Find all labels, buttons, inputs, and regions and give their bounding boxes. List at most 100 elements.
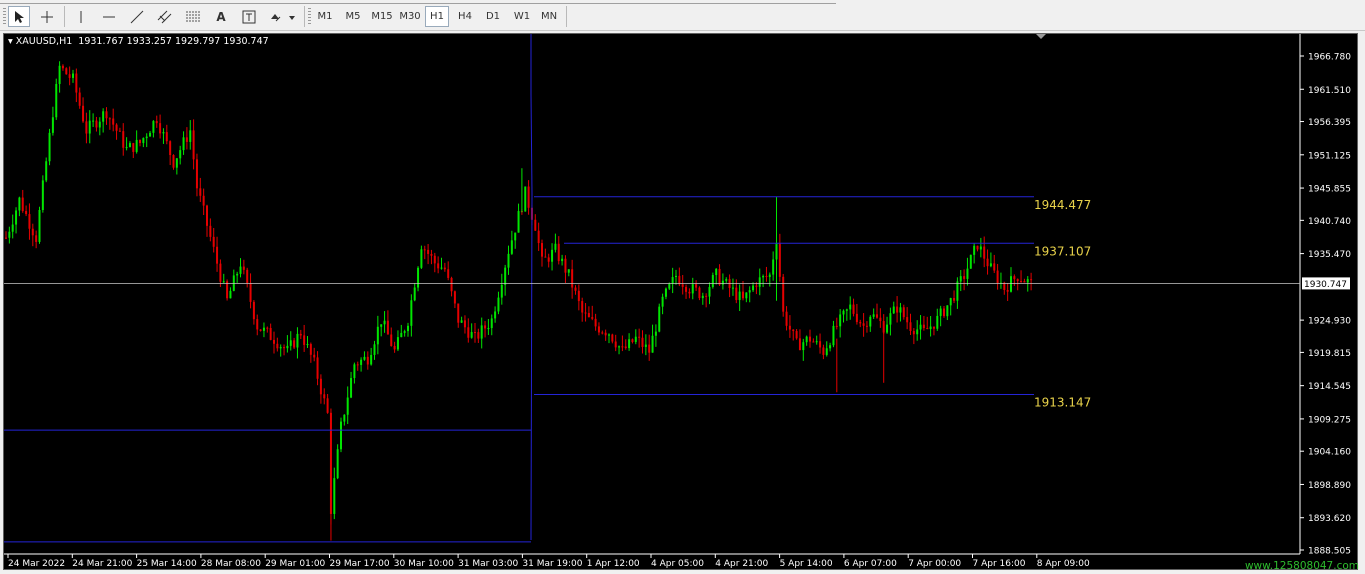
candle-body: [675, 275, 677, 278]
candle-body: [886, 324, 889, 333]
candle-body: [447, 269, 450, 278]
candle-body: [437, 263, 440, 269]
candle-body: [128, 143, 131, 148]
price-chart[interactable]: 1966.780 1961.510 1956.395 1951.125 1945.855…: [4, 34, 1357, 569]
candle-body: [152, 121, 155, 133]
candle-body: [319, 378, 322, 395]
candle-body: [795, 331, 798, 339]
candle-body: [953, 298, 956, 301]
candle-body: [45, 161, 48, 181]
crosshair-icon[interactable]: [36, 6, 58, 27]
candle-body: [591, 317, 594, 319]
timeframe-m5-button[interactable]: M5: [340, 6, 366, 27]
timeframe-m1-button[interactable]: M1: [313, 6, 337, 27]
candle-body: [869, 316, 872, 327]
candle-body: [440, 267, 443, 269]
candle-body: [1023, 281, 1026, 283]
candle-body: [725, 279, 728, 281]
candle-body: [239, 266, 242, 274]
time-axis-label: 4 Apr 21:00: [715, 559, 768, 569]
timeframe-m15-button[interactable]: M15: [368, 6, 396, 27]
time-axis-label: 28 Mar 08:00: [201, 559, 261, 569]
timeframe-h4-button[interactable]: H4: [452, 6, 478, 27]
time-axis-label: 5 Apr 14:00: [780, 559, 833, 569]
timeframe-h1-button[interactable]: H1: [425, 6, 449, 27]
candle-body: [423, 249, 426, 251]
candle-body: [366, 356, 369, 365]
candle-body: [1003, 282, 1006, 291]
timeframe-w1-button[interactable]: W1: [508, 6, 536, 27]
candle-body: [283, 347, 286, 349]
timeframe-d1-button[interactable]: D1: [480, 6, 506, 27]
candle-body: [896, 306, 899, 313]
candle-body: [899, 307, 902, 313]
level-label: 1937.107: [1034, 244, 1091, 258]
price-axis-label: 1924.930: [1308, 317, 1351, 327]
candle-body: [286, 345, 289, 349]
candle-body: [159, 123, 162, 134]
candle-body: [634, 336, 637, 343]
time-axis-label: 30 Mar 10:00: [394, 559, 454, 569]
time-axis-label: 8 Apr 09:00: [1037, 559, 1090, 569]
time-axis-label: 29 Mar 17:00: [330, 559, 390, 569]
arrows-icon[interactable]: [266, 6, 298, 27]
price-axis-label: 1945.855: [1308, 185, 1351, 195]
candle-body: [68, 74, 71, 78]
candle-body: [855, 313, 858, 323]
price-axis-label: 1909.275: [1308, 415, 1351, 425]
level-vertical-connector: [530, 34, 533, 540]
candle-body: [668, 283, 671, 289]
candle-body: [72, 73, 74, 78]
vertical-line-icon[interactable]: [70, 6, 92, 27]
candle-body: [688, 291, 691, 294]
fibonacci-retracement-icon[interactable]: [182, 6, 204, 27]
candle-body: [61, 65, 64, 69]
candle-body: [145, 136, 148, 139]
candle-body: [41, 180, 44, 211]
candle-body: [597, 326, 600, 333]
trendline-icon[interactable]: [126, 6, 148, 27]
candle-body: [916, 329, 919, 335]
candle-body: [132, 143, 135, 152]
candle-body: [524, 186, 527, 212]
time-axis-label: 31 Mar 19:00: [522, 559, 582, 569]
price-axis-label: 1904.160: [1308, 448, 1351, 458]
timeframe-mn-button[interactable]: MN: [536, 6, 562, 27]
horizontal-line-icon[interactable]: [98, 6, 120, 27]
candle-body: [698, 287, 701, 299]
candle-body: [541, 243, 543, 257]
equidistant-channel-icon[interactable]: [154, 6, 176, 27]
timeframe-m30-button[interactable]: M30: [396, 6, 424, 27]
candle-body: [993, 263, 996, 271]
candle-body: [651, 335, 654, 353]
candle-body: [872, 314, 875, 317]
cursor-icon[interactable]: [8, 6, 30, 27]
candle-body: [963, 276, 966, 279]
candle-body: [112, 118, 115, 125]
candle-body: [919, 324, 922, 330]
candle-body: [989, 263, 992, 267]
candle-body: [262, 327, 265, 331]
candle-body: [956, 281, 959, 301]
candle-body: [497, 297, 500, 312]
candle-body: [236, 273, 239, 276]
candle-body: [139, 139, 141, 144]
time-axis-label: 31 Mar 03:00: [458, 559, 518, 569]
toolbar-separator: [64, 6, 65, 27]
candle-body: [393, 345, 396, 350]
candle-body: [752, 285, 755, 291]
candle-body: [557, 243, 560, 262]
text-label-icon[interactable]: [238, 6, 260, 27]
candle-body: [108, 118, 111, 120]
candle-body: [581, 301, 584, 313]
chart-window[interactable]: 1966.780 1961.510 1956.395 1951.125 1945.855…: [3, 33, 1358, 570]
toolbar-grip[interactable]: [3, 8, 6, 26]
candle-body: [279, 347, 282, 349]
toolbar-grip[interactable]: [308, 8, 311, 26]
candle-body: [798, 338, 801, 351]
candle-body: [303, 335, 306, 345]
candle-body: [58, 65, 61, 84]
candle-body: [31, 228, 34, 236]
text-icon[interactable]: A: [210, 6, 232, 27]
candle-body: [1010, 276, 1012, 292]
